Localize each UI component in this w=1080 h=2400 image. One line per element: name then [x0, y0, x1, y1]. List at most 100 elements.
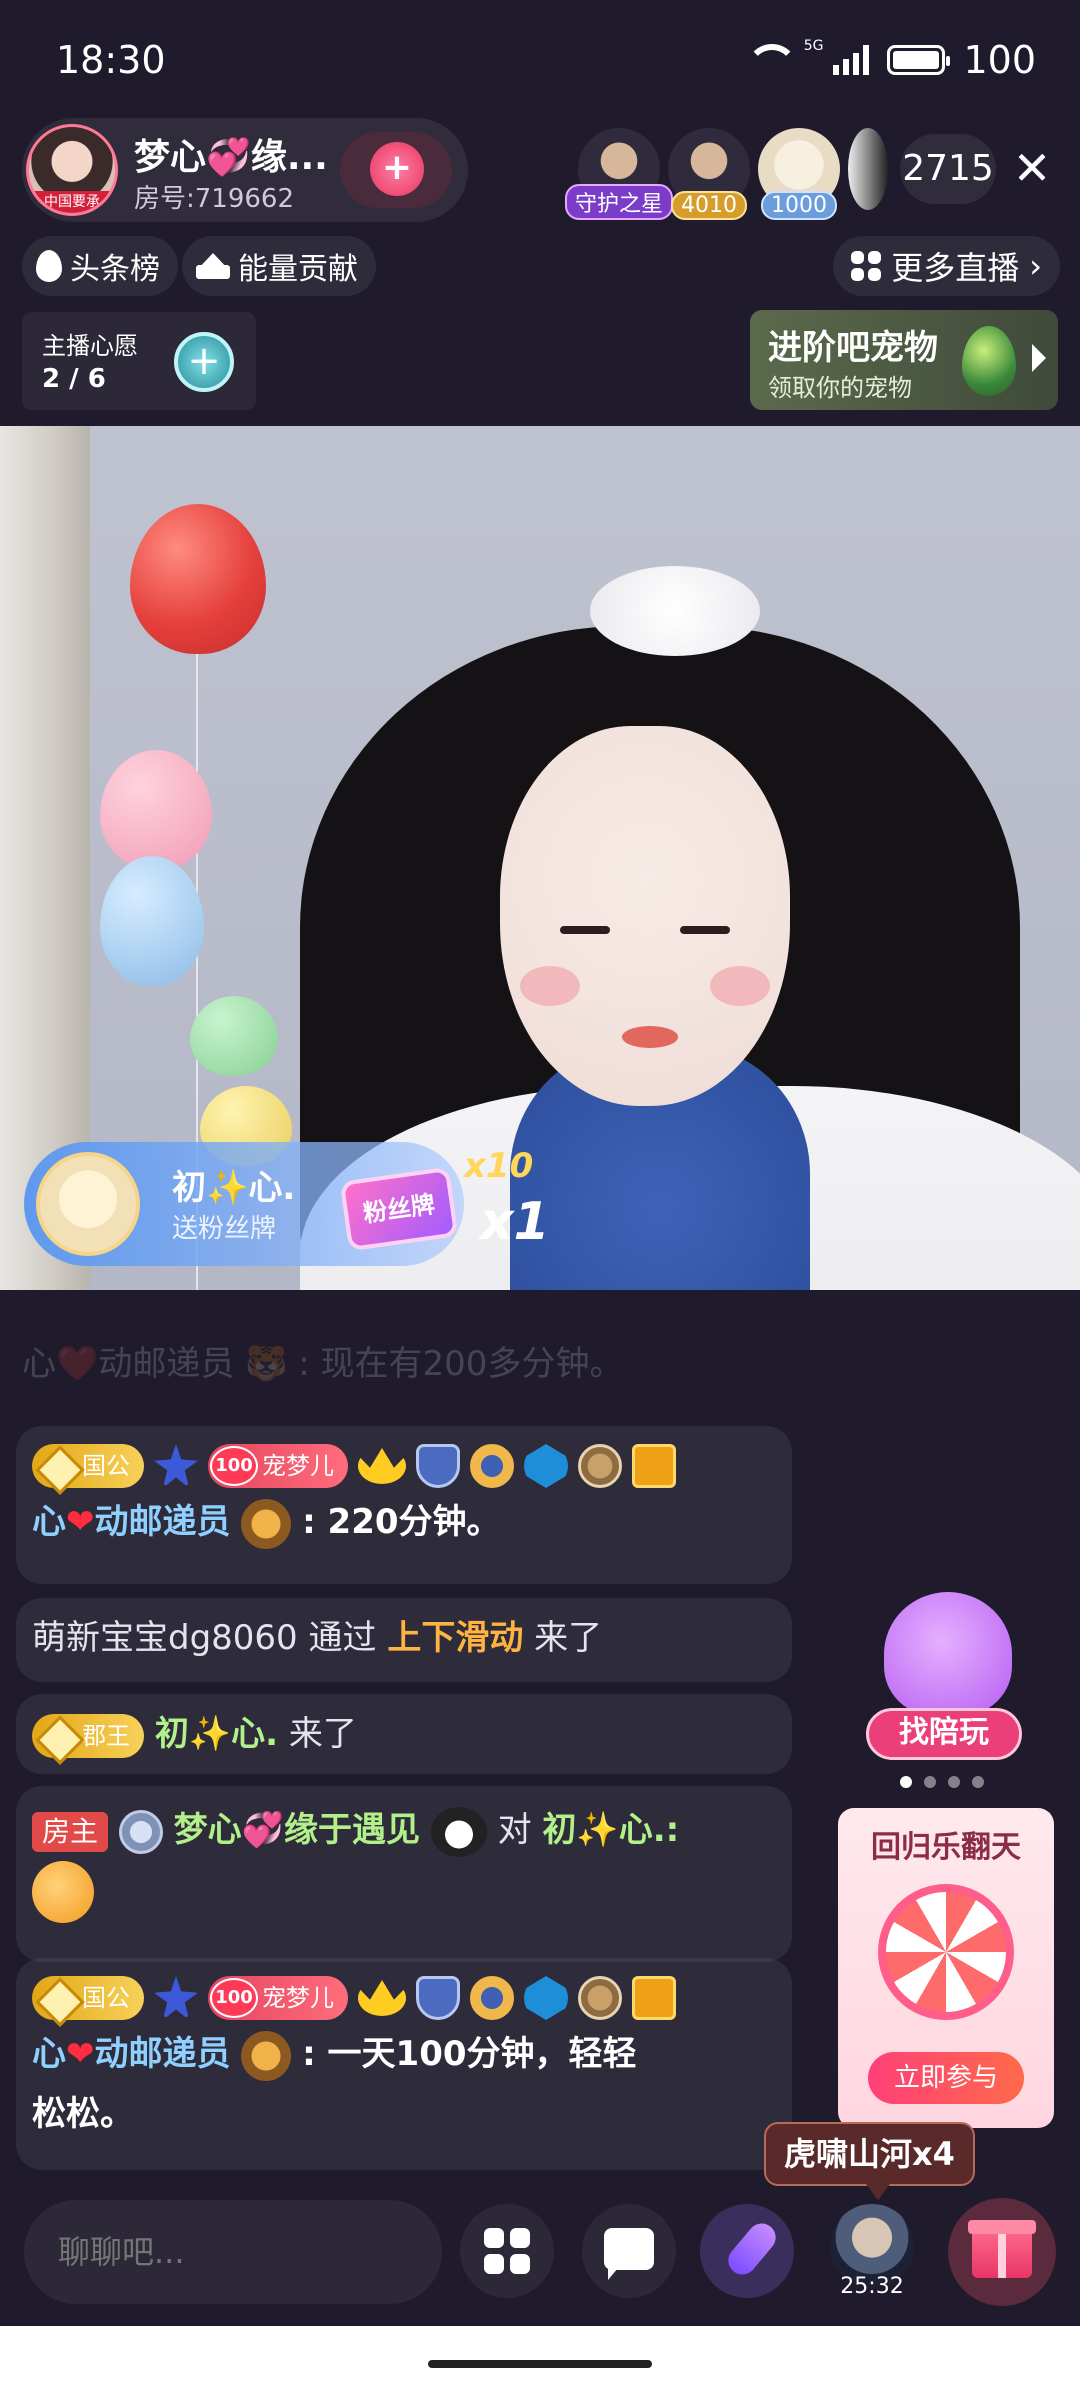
- red-balloon: [130, 504, 266, 654]
- medal-icon: [578, 1976, 622, 2020]
- viewer-avatar[interactable]: 守护之星: [564, 128, 674, 220]
- drop-icon: [36, 250, 62, 282]
- chat-username[interactable]: 梦心💞缘于遇见: [174, 1810, 420, 1850]
- signal-icon: [833, 45, 870, 75]
- status-icons: 5G 100: [745, 38, 1036, 82]
- lion-avatar-icon: [241, 1498, 292, 1549]
- person-card-icon: [632, 1976, 676, 2020]
- mic-button[interactable]: [700, 2204, 794, 2298]
- wish-title: 主播心愿: [42, 332, 138, 360]
- chat-mention[interactable]: 初✨心.:: [542, 1810, 679, 1850]
- egg-icon: [962, 326, 1016, 396]
- host-tag: 房主: [32, 1811, 109, 1852]
- headline-rank-label: 头条榜: [70, 252, 160, 287]
- event-card[interactable]: 回归乐翻天 立即参与: [838, 1808, 1054, 2128]
- hero-timer-button[interactable]: 25:32: [826, 2196, 918, 2308]
- lion-avatar-icon: [241, 2030, 292, 2081]
- host-card[interactable]: 中国要承 梦心💞缘... 房号:719662 +: [22, 118, 468, 222]
- join-now-button[interactable]: 立即参与: [868, 2052, 1024, 2104]
- medal-icon: [578, 1444, 622, 1488]
- chat-input[interactable]: [24, 2200, 442, 2304]
- close-icon[interactable]: ✕: [1010, 142, 1054, 194]
- chat-text: : 一天100分钟，轻轻: [302, 2034, 637, 2074]
- guard-shield-icon: [416, 1444, 460, 1488]
- chat-username[interactable]: 心❤动邮递员: [32, 2034, 231, 2074]
- more-features-button[interactable]: [460, 2204, 554, 2298]
- viewer-badge: 守护之星: [564, 184, 674, 220]
- headline-rank-button[interactable]: 头条榜: [22, 236, 178, 296]
- viewer-count[interactable]: 2715: [900, 134, 996, 204]
- chat-message-faded: 心❤️动邮递员 🐯 : 现在有200多分钟。: [22, 1344, 624, 1384]
- more-live-label: 更多直播: [891, 249, 1020, 287]
- pet-banner-title: 进阶吧宠物: [768, 328, 938, 368]
- lips: [622, 1026, 678, 1048]
- sender-avatar: [36, 1152, 140, 1256]
- top-viewers: 守护之星 4010 1000: [564, 128, 888, 220]
- gem-icon: [524, 1976, 568, 2020]
- pray-emoji-icon: [32, 1860, 94, 1923]
- fan-badge-label: 粉丝牌: [339, 1166, 459, 1252]
- fan-club-badge: 100 宠梦儿: [208, 1976, 348, 2020]
- viewer-avatar[interactable]: 4010: [668, 128, 750, 220]
- status-time: 18:30: [56, 38, 166, 82]
- network-type: 5G: [803, 38, 824, 54]
- play-arrow-icon: [1032, 344, 1046, 372]
- host-avatar[interactable]: 中国要承: [26, 124, 118, 216]
- chat-message[interactable]: 房主 梦心💞缘于遇见 对 初✨心.:: [16, 1786, 792, 1962]
- panda-avatar-icon: [430, 1806, 487, 1857]
- pet-banner-subtitle: 领取你的宠物: [768, 374, 912, 402]
- status-bar: 18:30 5G 100: [0, 0, 1080, 120]
- chat-message[interactable]: 萌新宝宝dg8060 通过 上下滑动 来了: [16, 1598, 792, 1682]
- chat-username[interactable]: 心❤动邮递员: [32, 1502, 231, 1542]
- event-title: 回归乐翻天: [871, 1830, 1021, 1865]
- follow-button[interactable]: +: [340, 132, 452, 208]
- person-card-icon: [632, 1444, 676, 1488]
- gem-icon: [524, 1444, 568, 1488]
- viewer-avatar[interactable]: [848, 128, 888, 210]
- gift-button[interactable]: [948, 2198, 1056, 2306]
- gift-combo-tip: 虎啸山河x4: [764, 2122, 975, 2200]
- face: [500, 726, 790, 1106]
- chat-message-line: 心❤动邮递员 : 一天100分钟，轻轻: [32, 2024, 776, 2084]
- gift-notification: 初✨心. 送粉丝牌 粉丝牌: [24, 1142, 464, 1266]
- rank-badge: 国公: [32, 1976, 144, 2020]
- hero-timer: 25:32: [840, 2274, 904, 2299]
- star-level-icon: [154, 1444, 198, 1488]
- chat-message-line: 房主 梦心💞缘于遇见 对 初✨心.:: [32, 1800, 776, 1860]
- chat-text: 来了: [288, 1714, 357, 1754]
- heart-plus-icon: +: [370, 142, 424, 196]
- chat-message[interactable]: 国公 100 宠梦儿 心❤动邮递员 : 一天100分钟，轻轻 松松。: [16, 1958, 792, 2170]
- viewer-avatar[interactable]: 1000: [758, 128, 840, 220]
- chat-username[interactable]: 萌新宝宝dg8060: [32, 1618, 298, 1658]
- crown-icon: [358, 1980, 406, 2016]
- room-number: 房号:719662: [134, 184, 295, 214]
- host-name: 梦心💞缘...: [134, 137, 328, 178]
- gift-multiplier: x1: [480, 1192, 550, 1252]
- microphone-icon: [722, 2217, 782, 2281]
- home-indicator[interactable]: [428, 2360, 652, 2368]
- battery-level: 100: [963, 38, 1036, 82]
- pink-balloon: [100, 750, 212, 870]
- chat-message[interactable]: 郡王 初✨心. 来了: [16, 1694, 792, 1774]
- message-button[interactable]: [582, 2204, 676, 2298]
- compass-icon: [470, 1444, 514, 1488]
- wish-progress: 2 / 6: [42, 364, 106, 394]
- chat-text: 对: [497, 1810, 532, 1850]
- chat-username[interactable]: 初✨心.: [155, 1714, 278, 1754]
- gift-multiplier-top: x10: [464, 1146, 534, 1186]
- plus-icon: +: [174, 332, 234, 392]
- rank-badge: 郡王: [32, 1713, 144, 1758]
- host-avatar-tag: 中国要承: [29, 191, 115, 213]
- star-level-icon: [154, 1976, 198, 2020]
- find-companion-widget[interactable]: 找陪玩: [866, 1592, 1026, 1764]
- more-live-button[interactable]: 更多直播 ›: [833, 236, 1060, 296]
- chat-message[interactable]: 国公 100 宠梦儿 心❤动邮递员 : 220分钟。: [16, 1426, 792, 1584]
- guard-shield-icon: [416, 1976, 460, 2020]
- blue-balloon: [100, 856, 204, 986]
- eye: [680, 926, 730, 934]
- host-wish-card[interactable]: 主播心愿 2 / 6 +: [22, 312, 256, 410]
- lucky-wheel-icon: [878, 1884, 1014, 2020]
- grid-icon: [851, 251, 882, 281]
- pet-banner[interactable]: 进阶吧宠物 领取你的宠物: [750, 310, 1058, 410]
- energy-contribution-button[interactable]: 能量贡献: [182, 236, 376, 296]
